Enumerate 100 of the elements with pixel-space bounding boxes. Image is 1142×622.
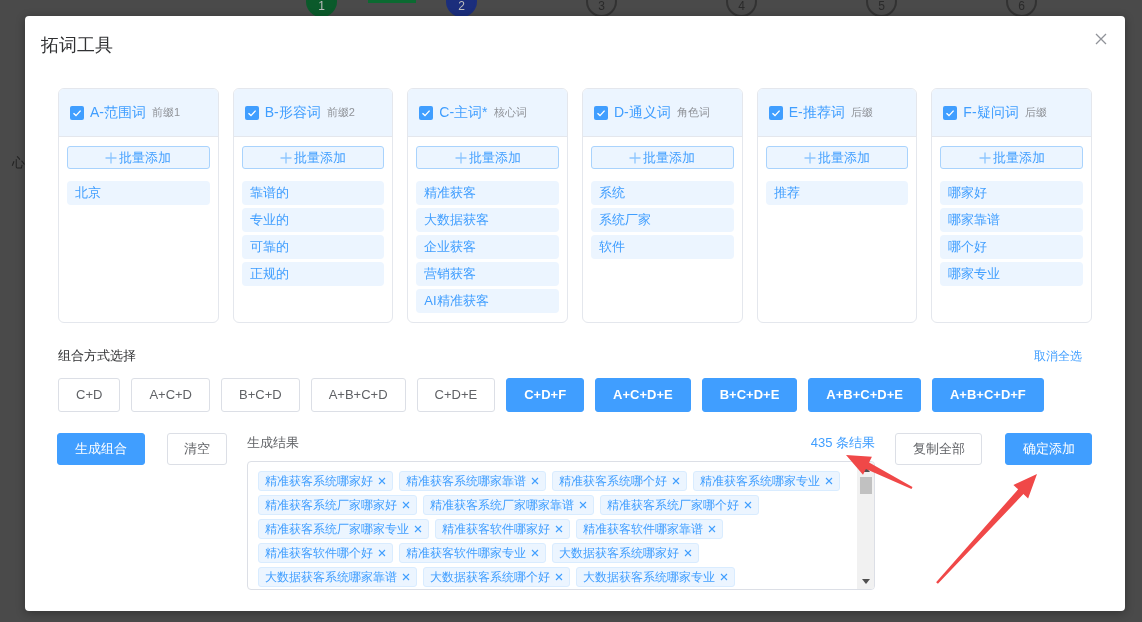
plus-icon [105,151,118,164]
keyword-tag: 大数据获客系统哪家靠谱 [258,567,417,587]
group-title: A-范围词 [90,103,146,122]
keyword-tag: 大数据获客系统哪个好 [423,567,570,587]
keyword-item: 专业的 [241,208,385,232]
keyword-item: 哪家专业 [940,262,1083,286]
group-title: B-形容词 [264,103,321,122]
keyword-tag: 精准获客系统厂家哪家靠谱 [423,495,594,515]
result-count: 435 条结果 [810,433,875,452]
keyword-tag: 精准获客软件哪家专业 [399,543,546,563]
keyword-item: 北京 [67,181,210,205]
keyword-item: 哪家好 [940,181,1083,205]
keyword-item: 哪个好 [940,235,1083,259]
combination-option[interactable]: A+B+C+D+F [931,378,1044,412]
group-title: D-通义词 [614,103,671,122]
group-note: 后缀 [850,105,873,121]
close-icon[interactable] [744,501,752,509]
checkbox[interactable] [70,105,84,120]
keyword-tag: 精准获客系统哪家靠谱 [399,471,546,491]
combination-option[interactable]: B+C+D+E [701,378,798,412]
combination-option[interactable]: B+C+D [221,378,300,412]
keyword-item: 大数据获客 [416,208,559,232]
combination-option[interactable]: A+B+C+D+E [808,378,921,412]
dialog-title: 拓词工具 [41,34,113,57]
group-note: 前缀2 [326,105,355,121]
keyword-item: 营销获客 [416,262,559,286]
keyword-item: 可靠的 [241,235,385,259]
keyword-tag: 精准获客软件哪家靠谱 [576,519,723,539]
scroll-down-icon[interactable] [861,579,870,584]
scrollbar-thumb[interactable] [859,477,872,494]
combination-option[interactable]: A+C+D [131,378,210,412]
section-label: 生成结果 [247,433,299,452]
confirm-button[interactable]: 确定添加 [1005,433,1092,465]
close-icon[interactable] [378,549,386,557]
combination-option[interactable]: C+D [58,378,121,412]
close-icon[interactable] [555,525,563,533]
keyword-tag: 大数据获客系统哪家好 [552,543,699,563]
clear-selection-link[interactable]: 取消全选 [1034,347,1082,365]
keyword-item: 哪家靠谱 [940,208,1083,232]
checkbox[interactable] [419,105,434,120]
close-icon[interactable] [531,549,539,557]
keyword-tag: 精准获客系统哪家专业 [693,471,840,491]
group-title: E-推荐词 [788,103,845,122]
keyword-item: 靠谱的 [241,181,385,205]
keyword-item: 软件 [591,235,734,259]
batch-add-button[interactable]: 批量添加 [765,146,909,169]
checkbox[interactable] [594,105,608,120]
close-icon[interactable] [1095,33,1107,45]
combination-option[interactable]: C+D+F [506,378,585,412]
keyword-tag: 精准获客软件哪家好 [435,519,570,539]
keyword-item: 精准获客 [416,181,559,205]
close-icon[interactable] [531,477,539,485]
keyword-tag: 精准获客系统哪家好 [258,471,393,491]
keyword-item: 系统厂家 [591,208,734,232]
keyword-tag: 精准获客系统厂家哪家好 [258,495,417,515]
generate-button[interactable]: 生成组合 [57,433,145,465]
batch-add-button[interactable]: 批量添加 [591,146,734,169]
group-title: F-疑问词 [963,103,1019,122]
group-note: 角色词 [676,105,710,121]
keyword-tag: 精准获客系统厂家哪个好 [600,495,759,515]
group-note: 核心词 [493,105,527,121]
batch-add-button[interactable]: 批量添加 [416,146,559,169]
group-title: C-主词* [439,103,488,122]
section-label: 组合方式选择 [58,347,136,366]
plus-icon [629,151,642,164]
batch-add-button[interactable]: 批量添加 [241,146,385,169]
keyword-item: 推荐 [765,181,909,205]
close-icon[interactable] [378,477,386,485]
close-icon[interactable] [720,573,728,581]
plus-icon [280,151,292,164]
keyword-tag: 精准获客软件哪个好 [258,543,393,563]
copy-all-button[interactable]: 复制全部 [895,433,982,465]
close-icon[interactable] [684,549,692,557]
keyword-tag: 精准获客系统哪个好 [552,471,687,491]
plus-icon [978,151,991,164]
close-icon[interactable] [672,477,680,485]
keyword-item: 系统 [591,181,734,205]
close-icon[interactable] [402,573,410,581]
close-icon[interactable] [555,573,563,581]
batch-add-button[interactable]: 批量添加 [67,146,210,169]
checkbox[interactable] [768,105,783,120]
keyword-item: AI精准获客 [416,289,559,313]
batch-add-button[interactable]: 批量添加 [940,146,1083,169]
keyword-tag: 精准获客系统厂家哪家专业 [258,519,429,539]
keyword-item: 企业获客 [416,235,559,259]
checkbox[interactable] [943,105,958,120]
combination-option[interactable]: A+C+D+E [595,378,691,412]
combination-option[interactable]: A+B+C+D [310,378,406,412]
scrollbar[interactable] [857,462,874,589]
clear-button[interactable]: 清空 [167,433,227,465]
close-icon[interactable] [402,501,410,509]
close-icon[interactable] [414,525,422,533]
close-icon[interactable] [825,477,833,485]
group-note: 后缀 [1024,105,1047,121]
combination-option[interactable]: C+D+E [416,378,496,412]
checkbox[interactable] [244,105,259,120]
keyword-item: 正规的 [241,262,385,286]
close-icon[interactable] [708,525,716,533]
close-icon[interactable] [579,501,587,509]
keyword-tag: 大数据获客系统哪家专业 [576,567,735,587]
